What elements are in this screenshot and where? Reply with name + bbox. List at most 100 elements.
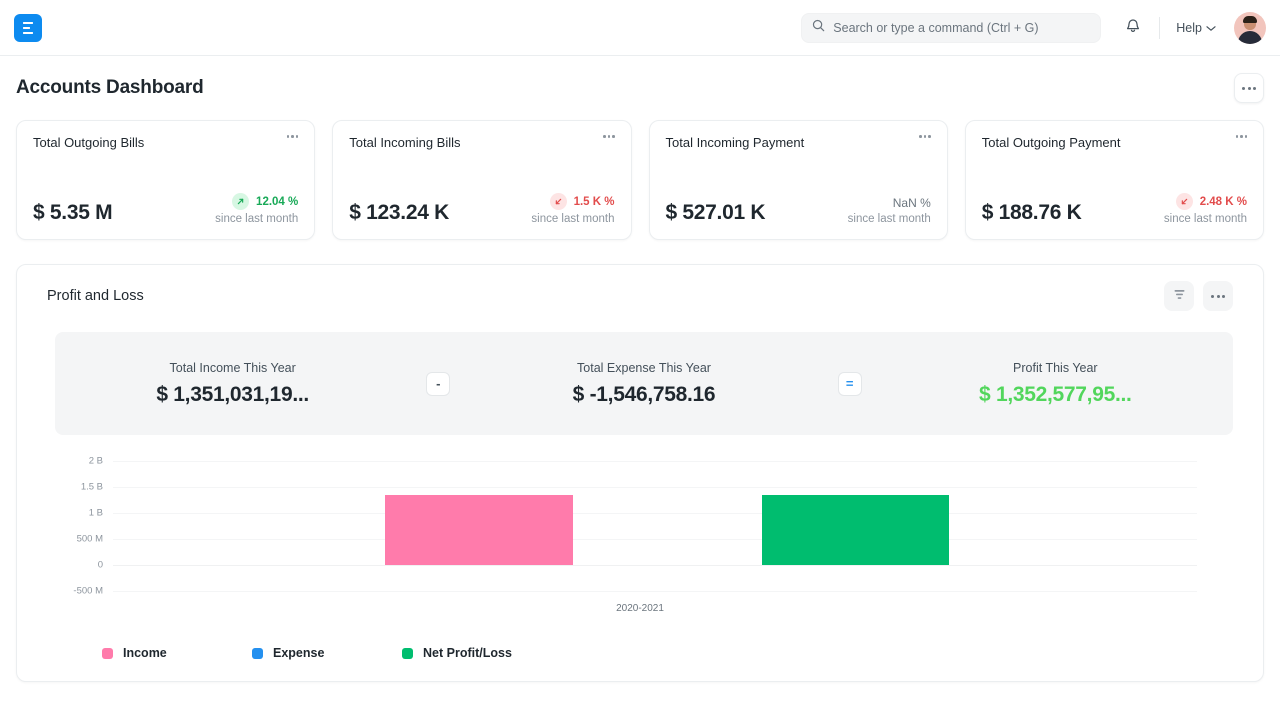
gridline xyxy=(113,487,1197,488)
avatar-body xyxy=(1238,31,1262,44)
search-input[interactable]: Search or type a command (Ctrl + G) xyxy=(801,13,1101,43)
page-title: Accounts Dashboard xyxy=(16,77,204,99)
card-total-incoming-bills[interactable]: Total Incoming Bills $ 123.24 K 1.5 K % xyxy=(332,120,631,240)
ellipsis-icon[interactable] xyxy=(1236,135,1248,138)
total-income-value: $ 1,351,031,19... xyxy=(55,383,410,407)
card-value: $ 188.76 K xyxy=(982,201,1082,225)
trend-subtitle: since last month xyxy=(531,213,614,225)
trend-row: 2.48 K % xyxy=(1164,193,1247,210)
operator-minus-wrapper: - xyxy=(410,372,466,396)
trend-subtitle: since last month xyxy=(848,213,931,225)
page-menu-button[interactable] xyxy=(1234,73,1264,103)
y-axis-tick: 500 M xyxy=(33,534,103,545)
bell-icon xyxy=(1125,17,1141,39)
card-trend: NaN % since last month xyxy=(848,196,931,225)
navbar: Search or type a command (Ctrl + G) Help xyxy=(0,0,1280,56)
legend-label-net-profit-loss: Net Profit/Loss xyxy=(423,646,512,660)
card-body: $ 123.24 K 1.5 K % since last month xyxy=(349,193,614,225)
chevron-down-icon xyxy=(1206,21,1216,35)
card-total-outgoing-payment[interactable]: Total Outgoing Payment $ 188.76 K 2.48 K… xyxy=(965,120,1264,240)
profit-and-loss-widget: Profit and Loss xyxy=(16,264,1264,682)
gridline xyxy=(113,565,1197,566)
legend-swatch-net-profit-loss xyxy=(402,648,413,659)
card-header: Total Outgoing Payment xyxy=(982,135,1247,150)
y-axis-tick: -500 M xyxy=(33,586,103,597)
ellipsis-icon[interactable] xyxy=(603,135,615,138)
gridline xyxy=(113,539,1197,540)
gridline xyxy=(113,461,1197,462)
navbar-right: Search or type a command (Ctrl + G) Help xyxy=(801,0,1266,56)
arrow-down-left-icon xyxy=(1176,193,1193,210)
page-container: Accounts Dashboard Total Outgoing Bills … xyxy=(0,56,1280,682)
trend-percent: NaN % xyxy=(893,196,931,210)
operator-equals: = xyxy=(838,372,862,396)
legend-swatch-income xyxy=(102,648,113,659)
legend-label-income: Income xyxy=(123,646,167,660)
chart-plot-area: 2 B1.5 B1 B500 M0-500 M 2020-2021 xyxy=(33,457,1247,632)
card-title: Total Incoming Payment xyxy=(666,135,805,150)
card-body: $ 527.01 K NaN % since last month xyxy=(666,196,931,225)
card-trend: 2.48 K % since last month xyxy=(1164,193,1247,225)
legend-label-expense: Expense xyxy=(273,646,324,660)
chart-title: Profit and Loss xyxy=(47,288,144,304)
help-menu[interactable]: Help xyxy=(1170,17,1222,39)
erpnext-logo-icon[interactable] xyxy=(14,14,42,42)
total-expense-label: Total Expense This Year xyxy=(466,361,821,375)
notifications-button[interactable] xyxy=(1117,12,1149,44)
chart-menu-button[interactable] xyxy=(1203,281,1233,311)
card-value: $ 5.35 M xyxy=(33,201,112,225)
bar-income[interactable] xyxy=(385,495,573,565)
arrow-down-left-icon xyxy=(550,193,567,210)
card-trend: 1.5 K % since last month xyxy=(531,193,614,225)
operator-minus: - xyxy=(426,372,450,396)
search-placeholder: Search or type a command (Ctrl + G) xyxy=(833,21,1038,35)
chart-legend: Income Expense Net Profit/Loss xyxy=(33,646,1247,660)
chart-header: Profit and Loss xyxy=(33,281,1247,311)
legend-item-income[interactable]: Income xyxy=(102,646,252,660)
chart-x-axis-label: 2020-2021 xyxy=(33,603,1247,614)
card-body: $ 5.35 M 12.04 % since last month xyxy=(33,193,298,225)
bar-net-profit-loss[interactable] xyxy=(762,495,949,565)
chart-filter-button[interactable] xyxy=(1164,281,1194,311)
trend-row: 12.04 % xyxy=(215,193,298,210)
total-expense-column: Total Expense This Year $ -1,546,758.16 xyxy=(466,361,821,407)
y-axis-tick: 1.5 B xyxy=(33,482,103,493)
trend-subtitle: since last month xyxy=(215,213,298,225)
card-header: Total Outgoing Bills xyxy=(33,135,298,150)
navbar-divider xyxy=(1159,17,1160,39)
trend-percent: 2.48 K % xyxy=(1200,196,1247,208)
arrow-up-right-icon xyxy=(232,193,249,210)
total-expense-value: $ -1,546,758.16 xyxy=(466,383,821,407)
chart-actions xyxy=(1164,281,1233,311)
legend-item-net-profit-loss[interactable]: Net Profit/Loss xyxy=(402,646,552,660)
legend-item-expense[interactable]: Expense xyxy=(252,646,402,660)
ellipsis-icon[interactable] xyxy=(919,135,931,138)
card-body: $ 188.76 K 2.48 K % since last month xyxy=(982,193,1247,225)
avatar-hair xyxy=(1243,16,1257,23)
y-axis-tick: 2 B xyxy=(33,456,103,467)
ellipsis-icon[interactable] xyxy=(287,135,299,138)
card-value: $ 123.24 K xyxy=(349,201,449,225)
gridline xyxy=(113,591,1197,592)
profit-label: Profit This Year xyxy=(878,361,1233,375)
y-axis-tick: 1 B xyxy=(33,508,103,519)
trend-percent: 12.04 % xyxy=(256,196,298,208)
legend-swatch-expense xyxy=(252,648,263,659)
total-income-label: Total Income This Year xyxy=(55,361,410,375)
card-trend: 12.04 % since last month xyxy=(215,193,298,225)
profit-value: $ 1,352,577,95... xyxy=(878,383,1233,407)
page-header: Accounts Dashboard xyxy=(16,56,1264,120)
avatar[interactable] xyxy=(1234,12,1266,44)
card-value: $ 527.01 K xyxy=(666,201,766,225)
card-header: Total Incoming Bills xyxy=(349,135,614,150)
trend-row: 1.5 K % xyxy=(531,193,614,210)
card-total-outgoing-bills[interactable]: Total Outgoing Bills $ 5.35 M 12.04 % xyxy=(16,120,315,240)
search-icon xyxy=(812,19,825,37)
card-total-incoming-payment[interactable]: Total Incoming Payment $ 527.01 K NaN % … xyxy=(649,120,948,240)
profit-summary: Total Income This Year $ 1,351,031,19...… xyxy=(55,332,1233,435)
card-header: Total Incoming Payment xyxy=(666,135,931,150)
filter-icon xyxy=(1173,287,1186,305)
ellipsis-icon xyxy=(1211,295,1225,298)
card-title: Total Incoming Bills xyxy=(349,135,460,150)
help-label: Help xyxy=(1176,21,1202,35)
